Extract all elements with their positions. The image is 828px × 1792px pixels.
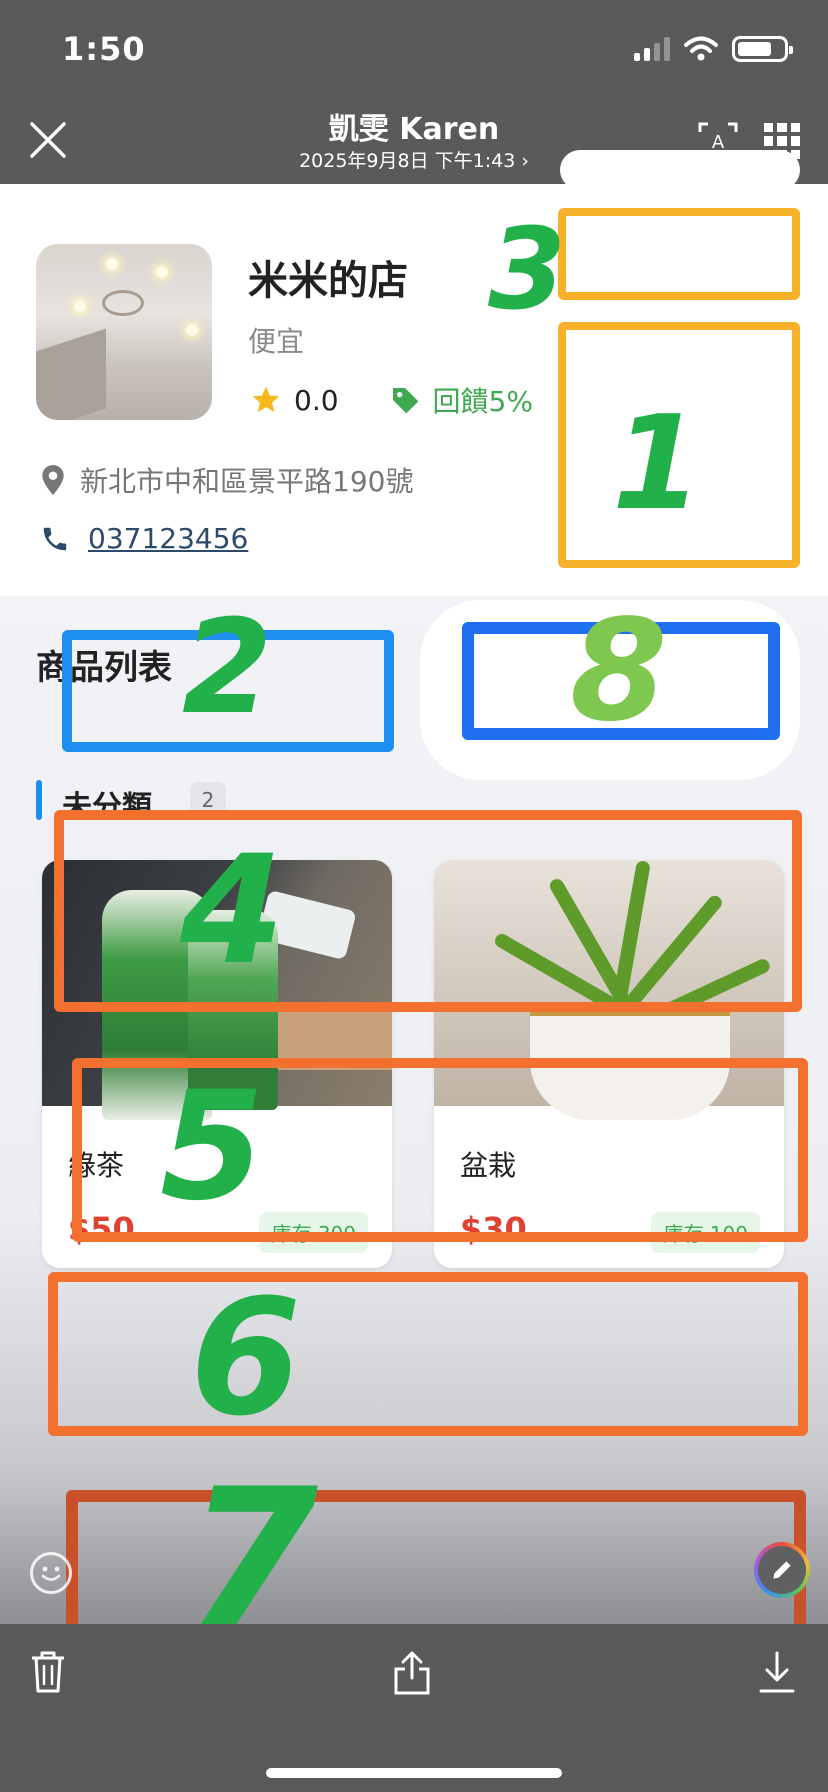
- rating-row: 0.0 回饋5%: [250, 380, 533, 420]
- markup-button[interactable]: [754, 1542, 810, 1598]
- shop-name: 米米的店: [248, 258, 408, 304]
- download-icon[interactable]: [758, 1650, 796, 1694]
- shop-phone-link[interactable]: 037123456: [88, 522, 248, 555]
- phone-icon: [43, 527, 67, 550]
- tag-icon: [392, 388, 418, 414]
- star-icon: [252, 386, 280, 412]
- annotation-box-6: [48, 1272, 808, 1436]
- annotation-label-6: 6: [190, 1264, 302, 1451]
- annotation-label-4: 4: [180, 824, 285, 998]
- annotation-label-8: 8: [570, 590, 668, 753]
- shop-photo: [36, 244, 212, 420]
- location-pin-icon: [42, 465, 64, 495]
- annotation-label-2: 2: [182, 591, 273, 743]
- shop-address: 新北市中和區景平路190號: [80, 465, 414, 498]
- battery-level: [738, 42, 771, 56]
- wifi-icon: [684, 36, 718, 61]
- annotation-label-5: 5: [160, 1060, 265, 1234]
- annotation-box-3: [558, 208, 800, 300]
- pencil-icon: [773, 1561, 791, 1579]
- cellular-signal-icon: [634, 37, 670, 61]
- annotation-label-3: 3: [488, 205, 566, 335]
- shop-description: 便宜: [248, 325, 305, 358]
- cashback-label: 回饋5%: [432, 385, 533, 418]
- white-scribble: [560, 150, 800, 190]
- battery-icon: [732, 36, 793, 62]
- address-row: 新北市中和區景平路190號: [40, 460, 413, 500]
- status-time: 1:50: [62, 30, 146, 68]
- rating-value: 0.0: [294, 383, 339, 417]
- trash-icon[interactable]: [30, 1650, 66, 1694]
- share-icon[interactable]: [392, 1650, 432, 1696]
- home-indicator[interactable]: [266, 1768, 562, 1778]
- annotation-label-1: 1: [612, 387, 703, 539]
- status-bar: 1:50: [0, 0, 828, 100]
- status-icons: [634, 36, 793, 62]
- viewer-toolbar: [0, 1624, 828, 1792]
- phone-row: 037123456: [40, 522, 248, 555]
- annotation-box-4: [54, 810, 802, 1012]
- category-accent: [36, 780, 42, 820]
- smiley-icon[interactable]: [30, 1552, 72, 1594]
